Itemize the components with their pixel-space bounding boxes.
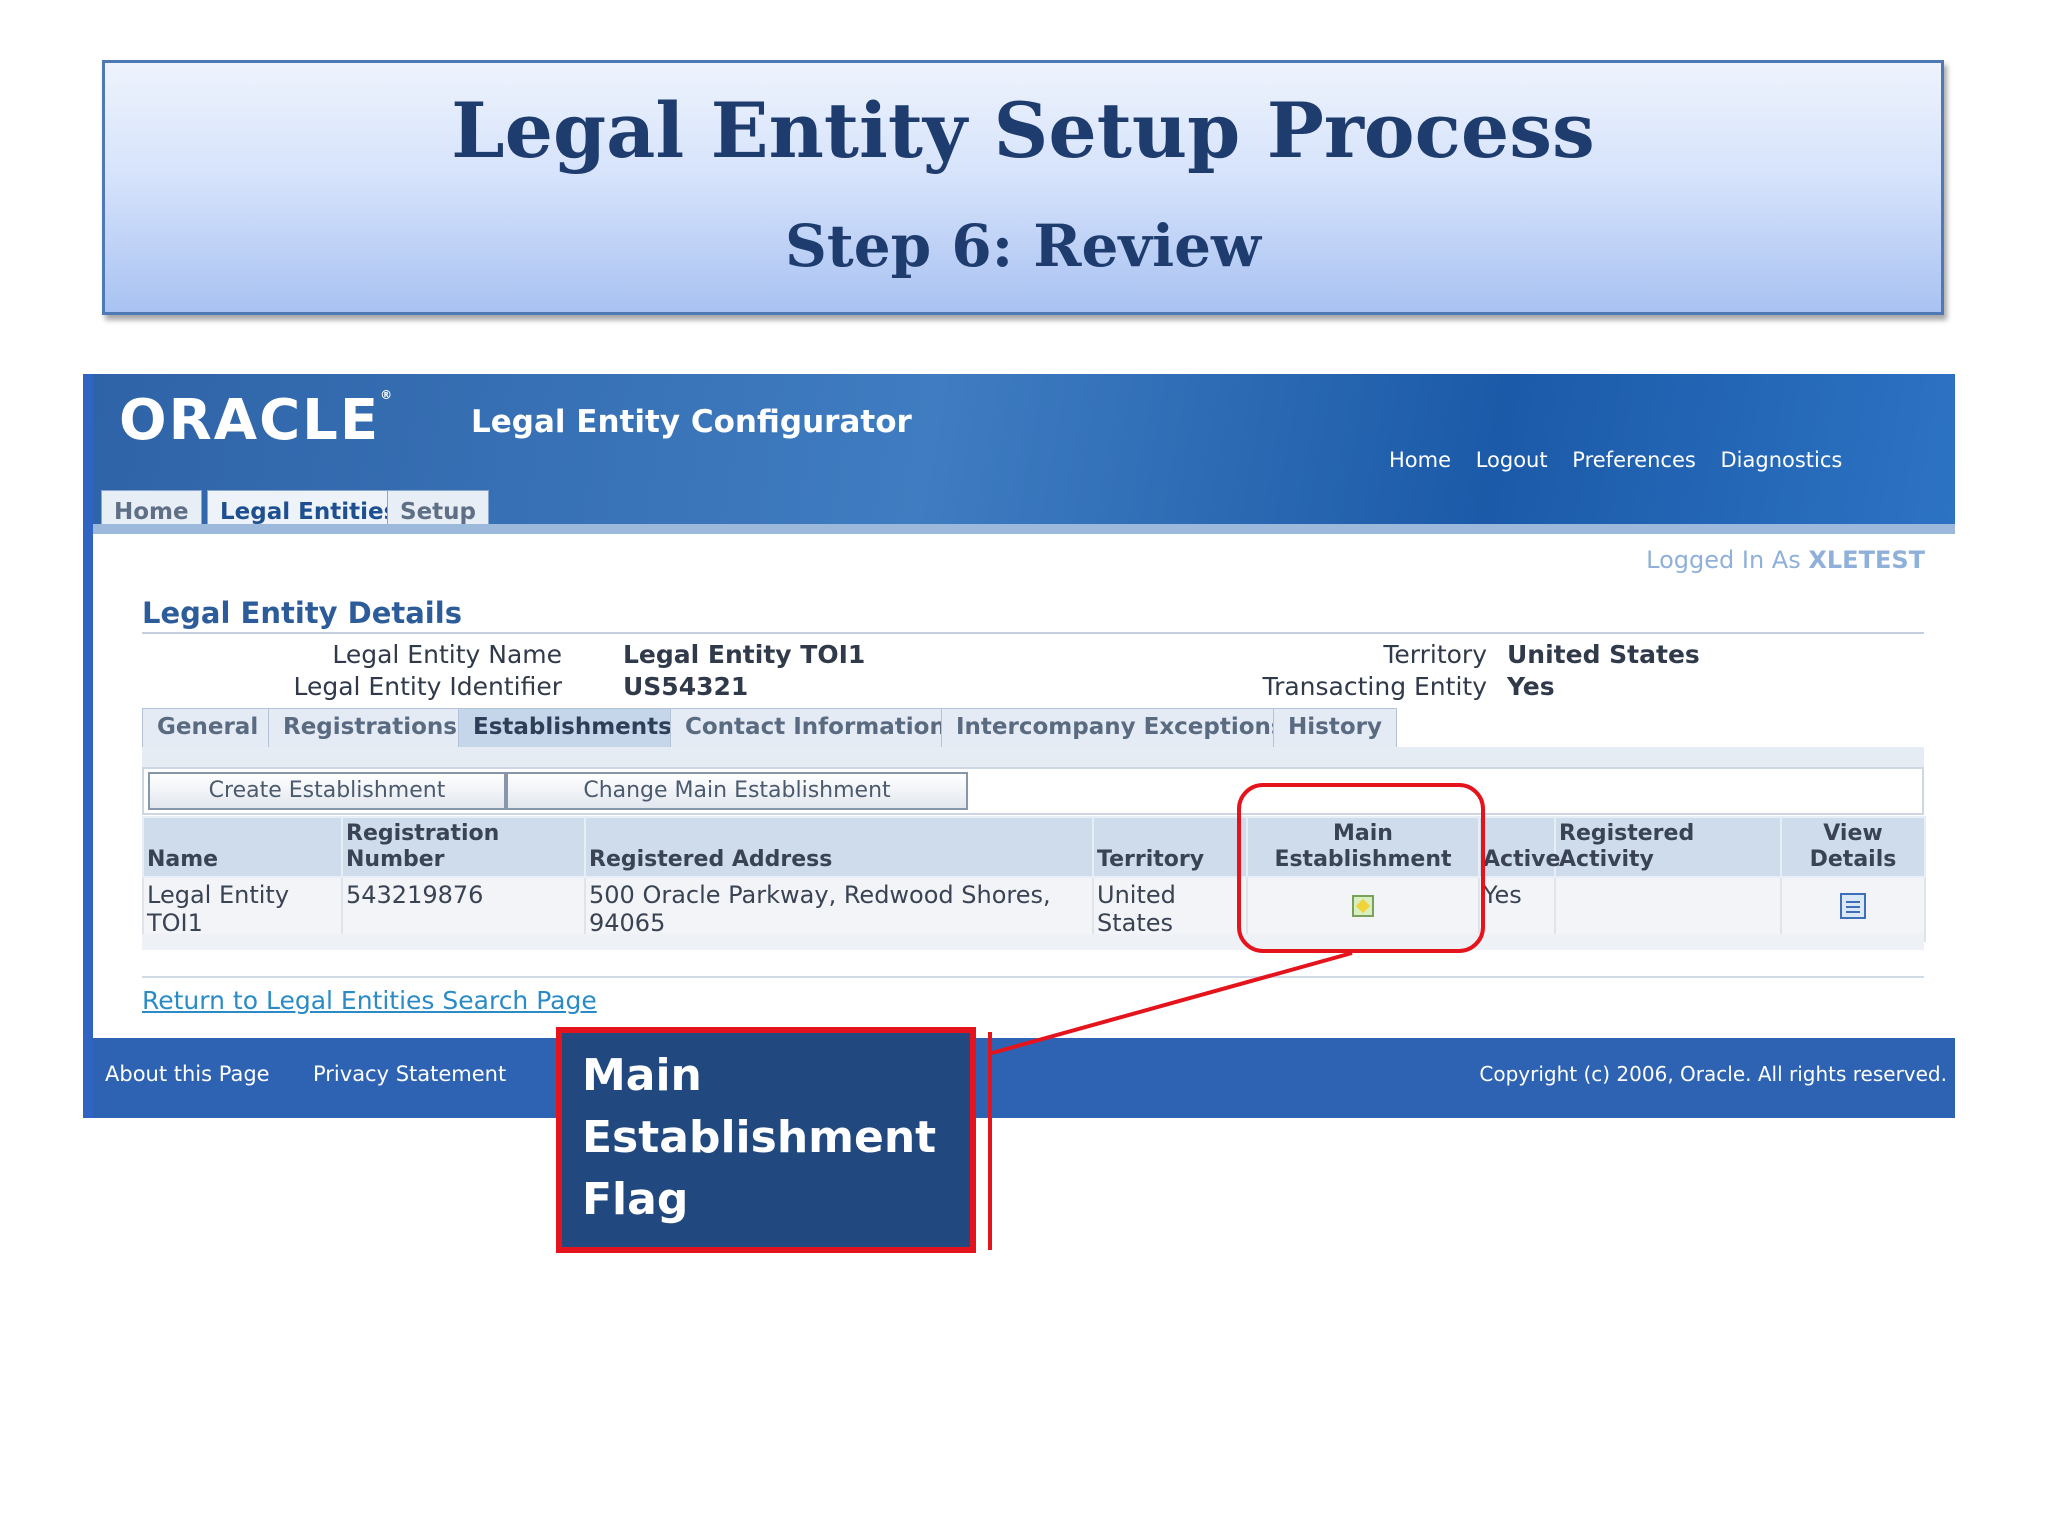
callout-line-2: Establishment	[582, 1112, 937, 1163]
cell-territory: United States	[1092, 876, 1248, 942]
transacting-entity-label: Transacting Entity	[1262, 672, 1487, 701]
title-banner: Legal Entity Setup Process Step 6: Revie…	[102, 60, 1944, 315]
cell-name: Legal Entity TOI1	[142, 876, 343, 942]
column-header-active[interactable]: Active	[1478, 816, 1560, 878]
territory-value: United States	[1507, 640, 1700, 669]
global-link-diagnostics[interactable]: Diagnostics	[1721, 448, 1843, 472]
legal-entity-name-value: Legal Entity TOI1	[623, 640, 866, 669]
app-header: ORACLE® Legal Entity Configurator Home L…	[93, 374, 1955, 534]
subtab-general[interactable]: General	[142, 708, 274, 748]
cell-registered-address: 500 Oracle Parkway, Redwood Shores, 9406…	[584, 876, 1094, 942]
subtab-registrations[interactable]: Registrations	[268, 708, 472, 748]
table-footer	[142, 934, 1924, 950]
column-header-view-details: View Details	[1780, 816, 1926, 878]
app-footer: About this Page Privacy Statement Copyri…	[93, 1038, 1955, 1118]
establishments-table: Name Registration Number Registered Addr…	[142, 816, 1926, 942]
subtab-underline	[142, 747, 1924, 767]
cell-active: Yes	[1478, 876, 1556, 942]
app-screenshot: ORACLE® Legal Entity Configurator Home L…	[83, 374, 1955, 1118]
left-edge-strip	[83, 374, 93, 1118]
change-main-establishment-button[interactable]: Change Main Establishment	[506, 772, 968, 810]
logged-in-user: XLETEST	[1808, 546, 1925, 574]
section-divider	[142, 632, 1924, 634]
logged-in-indicator: Logged In As XLETEST	[1646, 546, 1925, 574]
subtab-history[interactable]: History	[1273, 708, 1397, 748]
legal-entity-identifier-label: Legal Entity Identifier	[293, 672, 562, 701]
header-band	[93, 524, 1955, 534]
column-header-territory[interactable]: Territory	[1092, 816, 1248, 878]
legal-entity-name-label: Legal Entity Name	[332, 640, 562, 669]
global-link-home[interactable]: Home	[1389, 448, 1451, 472]
callout-line-3: Flag	[582, 1174, 689, 1225]
cell-registered-activity	[1554, 876, 1782, 942]
territory-label: Territory	[1383, 640, 1487, 669]
return-to-search-link[interactable]: Return to Legal Entities Search Page	[142, 986, 597, 1015]
subtab-establishments[interactable]: Establishments	[458, 708, 687, 748]
oracle-logo: ORACLE®	[119, 388, 395, 453]
footer-link-about[interactable]: About this Page	[105, 1062, 270, 1086]
column-header-registration-number[interactable]: Registration Number	[341, 816, 586, 878]
legal-entity-identifier-value: US54321	[623, 672, 749, 701]
global-link-preferences[interactable]: Preferences	[1572, 448, 1696, 472]
view-details-icon[interactable]	[1840, 893, 1866, 919]
column-header-registered-activity[interactable]: Registered Activity	[1554, 816, 1782, 878]
section-title: Legal Entity Details	[142, 596, 462, 630]
content-separator	[142, 976, 1924, 978]
subtab-intercompany-exceptions[interactable]: Intercompany Exceptions	[941, 708, 1300, 748]
slide-title: Legal Entity Setup Process	[451, 86, 1595, 175]
table-row: Legal Entity TOI1 543219876 500 Oracle P…	[142, 876, 1926, 942]
callout-box: Main Establishment Flag	[556, 1027, 976, 1253]
column-header-registered-address[interactable]: Registered Address	[584, 816, 1094, 878]
create-establishment-button[interactable]: Create Establishment	[148, 772, 506, 810]
table-header-row: Name Registration Number Registered Addr…	[142, 816, 1926, 878]
footer-copyright: Copyright (c) 2006, Oracle. All rights r…	[1479, 1062, 1947, 1086]
cell-view-details	[1780, 876, 1926, 942]
subtab-contact-information[interactable]: Contact Information	[670, 708, 961, 748]
app-name: Legal Entity Configurator	[471, 404, 912, 440]
footer-link-privacy[interactable]: Privacy Statement	[313, 1062, 506, 1086]
main-establishment-highlight	[1237, 783, 1485, 953]
slide-subtitle: Step 6: Review	[785, 212, 1261, 280]
transacting-entity-value: Yes	[1507, 672, 1555, 701]
callout-line-1: Main	[582, 1050, 702, 1101]
cell-registration-number: 543219876	[341, 876, 586, 942]
column-header-name[interactable]: Name	[142, 816, 343, 878]
global-link-logout[interactable]: Logout	[1476, 448, 1548, 472]
global-links: Home Logout Preferences Diagnostics	[1389, 448, 1860, 472]
